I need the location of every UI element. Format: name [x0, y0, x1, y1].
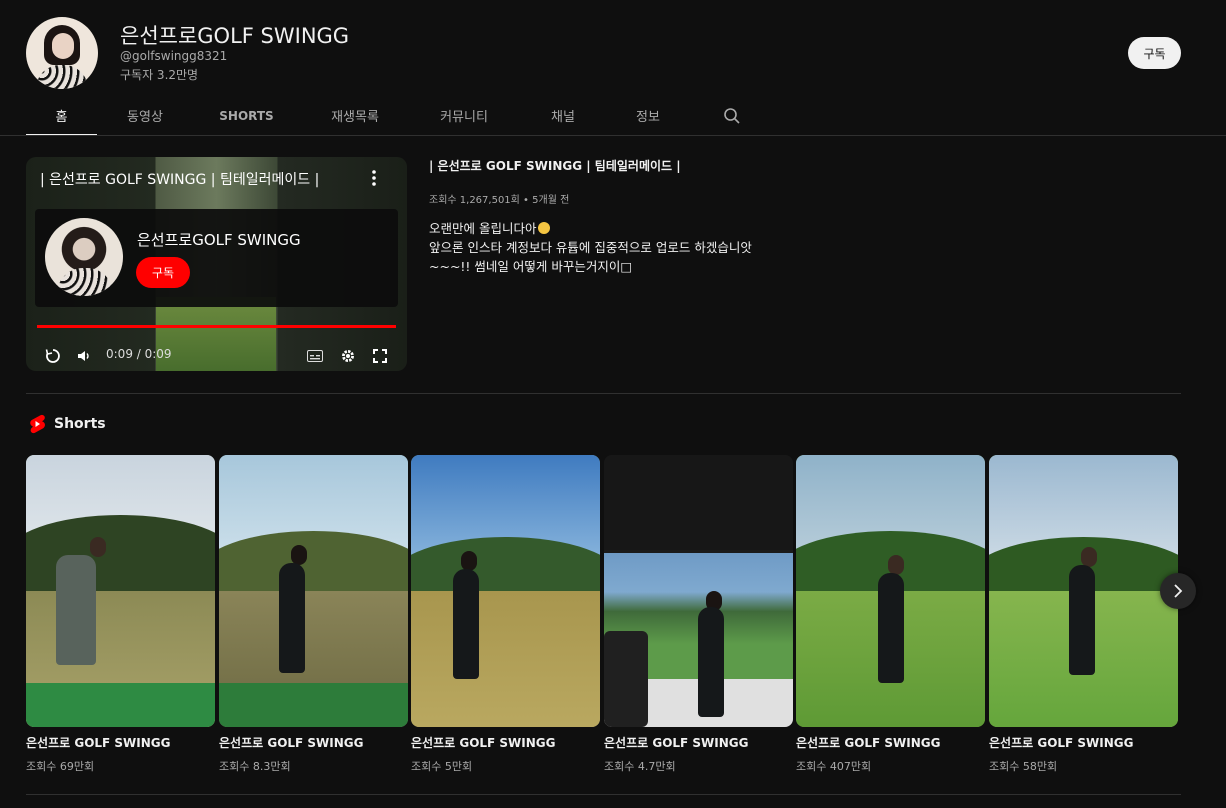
- short-thumbnail[interactable]: [26, 455, 215, 727]
- featured-video-title[interactable]: | 은선프로 GOLF SWINGG | 팀테일러메이드 |: [429, 157, 681, 174]
- short-title[interactable]: 은선프로 GOLF SWINGG: [219, 734, 408, 751]
- tab-playlists[interactable]: 재생목록: [300, 96, 410, 135]
- end-card-channel-name[interactable]: 은선프로GOLF SWINGG: [137, 229, 301, 250]
- featured-video-player[interactable]: | 은선프로 GOLF SWINGG | 팀테일러메이드 | 은선프로GOLF …: [26, 157, 407, 371]
- search-icon[interactable]: [714, 96, 750, 135]
- short-views: 조회수 58만회: [989, 760, 1058, 773]
- subscribe-button[interactable]: 구독: [1128, 37, 1181, 69]
- channel-name: 은선프로GOLF SWINGG: [120, 24, 350, 48]
- time-display: 0:09 / 0:09: [106, 347, 172, 361]
- tab-home[interactable]: 홈: [26, 96, 97, 136]
- short-title[interactable]: 은선프로 GOLF SWINGG: [411, 734, 600, 751]
- tab-about[interactable]: 정보: [608, 96, 688, 135]
- short-thumbnail[interactable]: [411, 455, 600, 727]
- smile-emoji-icon: [538, 222, 551, 234]
- tab-community[interactable]: 커뮤니티: [410, 96, 518, 135]
- progress-bar[interactable]: [37, 325, 396, 328]
- shorts-header: Shorts: [28, 414, 106, 434]
- tab-videos[interactable]: 동영상: [97, 96, 193, 135]
- short-title[interactable]: 은선프로 GOLF SWINGG: [989, 734, 1178, 751]
- description-line: 오랜만에 올립니다아: [429, 219, 752, 238]
- description-line-3: ~~~!! 썸네일 어떻게 바꾸는거지이□: [429, 259, 633, 274]
- end-card-subscribe-button[interactable]: 구독: [136, 257, 190, 288]
- channel-handle: @golfswingg8321: [120, 49, 228, 63]
- short-views: 조회수 69만회: [26, 760, 95, 773]
- short-item[interactable]: 은선프로 GOLF SWINGG 조회수 58만회: [989, 455, 1178, 774]
- short-item[interactable]: 은선프로 GOLF SWINGG 조회수 407만회: [796, 455, 985, 774]
- short-item[interactable]: 은선프로 GOLF SWINGG 조회수 4.7만회: [604, 455, 793, 774]
- shelf-next-button[interactable]: [1160, 573, 1196, 609]
- short-item[interactable]: 은선프로 GOLF SWINGG 조회수 5만회: [411, 455, 600, 774]
- short-views: 조회수 4.7만회: [604, 760, 676, 773]
- short-thumbnail[interactable]: [796, 455, 985, 727]
- short-title[interactable]: 은선프로 GOLF SWINGG: [26, 734, 215, 751]
- description-line-2: 앞으론 인스타 계정보다 유튭에 집중적으로 업로드 하겠습니앗: [429, 240, 752, 255]
- avatar-body: [36, 65, 88, 89]
- tab-channels[interactable]: 채널: [518, 96, 608, 135]
- tab-shorts[interactable]: SHORTS: [193, 96, 300, 135]
- player-title[interactable]: | 은선프로 GOLF SWINGG | 팀테일러메이드 |: [40, 169, 350, 189]
- volume-icon[interactable]: [73, 345, 95, 367]
- replay-icon[interactable]: [42, 345, 64, 367]
- description-line-1: 오랜만에 올립니다아: [429, 221, 537, 236]
- featured-video-meta: 조회수 1,267,501회 • 5개월 전: [429, 195, 570, 206]
- short-views: 조회수 5만회: [411, 760, 473, 773]
- section-divider: [26, 794, 1181, 795]
- avatar-face: [52, 33, 74, 59]
- more-vert-icon[interactable]: [366, 167, 382, 189]
- captions-icon[interactable]: [304, 345, 326, 367]
- short-thumbnail[interactable]: [219, 455, 408, 727]
- tabs-divider: [0, 135, 1226, 136]
- end-card-avatar-body: [57, 268, 113, 296]
- chevron-right-icon: [1174, 584, 1183, 598]
- shorts-shelf: 은선프로 GOLF SWINGG 조회수 69만회 은선프로 GOLF SWIN…: [26, 455, 1178, 775]
- featured-video-description: 오랜만에 올립니다아 앞으론 인스타 계정보다 유튭에 집중적으로 업로드 하겠…: [429, 219, 752, 276]
- short-views: 조회수 8.3만회: [219, 760, 291, 773]
- player-thumbnail-ground: [156, 297, 276, 371]
- end-card-avatar[interactable]: [45, 218, 123, 296]
- channel-tabs: 홈 동영상 SHORTS 재생목록 커뮤니티 채널 정보: [26, 96, 750, 136]
- channel-avatar[interactable]: [26, 17, 98, 89]
- short-thumbnail[interactable]: [604, 455, 793, 727]
- settings-gear-icon[interactable]: [337, 345, 359, 367]
- shorts-section-title: Shorts: [54, 416, 106, 432]
- short-item[interactable]: 은선프로 GOLF SWINGG 조회수 69만회: [26, 455, 215, 774]
- short-title[interactable]: 은선프로 GOLF SWINGG: [604, 734, 793, 751]
- shorts-logo-icon: [30, 414, 45, 434]
- short-item[interactable]: 은선프로 GOLF SWINGG 조회수 8.3만회: [219, 455, 408, 774]
- short-thumbnail[interactable]: [989, 455, 1178, 727]
- fullscreen-icon[interactable]: [369, 345, 391, 367]
- end-screen-card: 은선프로GOLF SWINGG 구독: [35, 209, 398, 307]
- subscriber-count: 구독자 3.2만명: [120, 68, 199, 82]
- short-title[interactable]: 은선프로 GOLF SWINGG: [796, 734, 985, 751]
- progress-fill: [37, 325, 396, 328]
- section-divider: [26, 393, 1181, 394]
- short-views: 조회수 407만회: [796, 760, 872, 773]
